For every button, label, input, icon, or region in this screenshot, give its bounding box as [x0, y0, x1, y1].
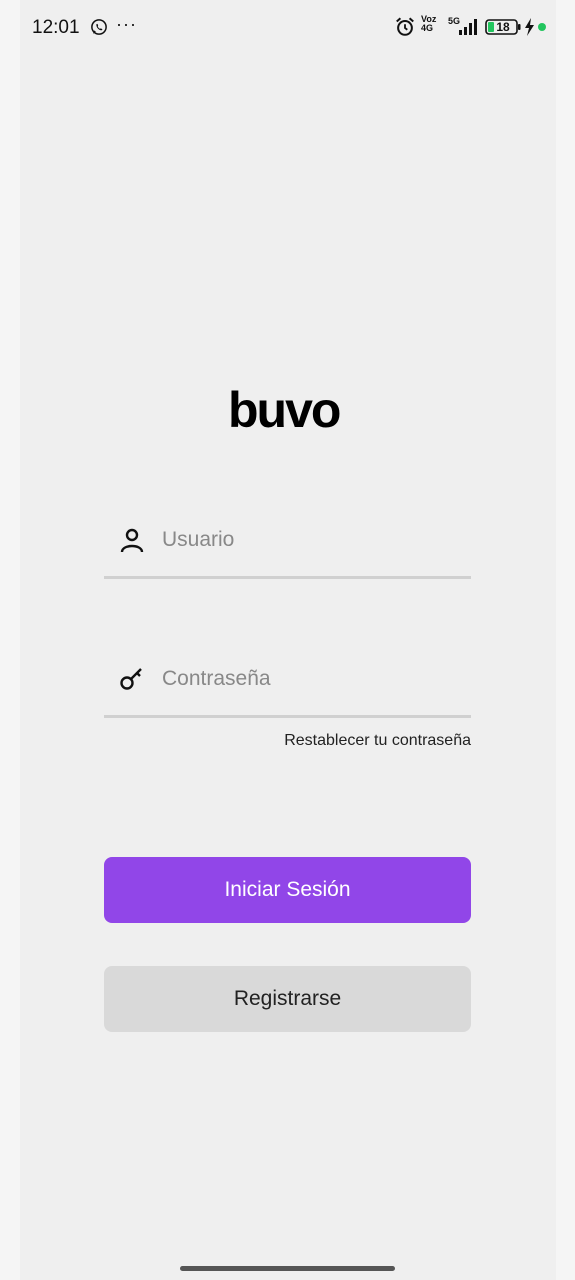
signal-label: 5G [448, 16, 460, 26]
register-button[interactable]: Registrarse [104, 966, 471, 1032]
buvo-logo: buvo [228, 383, 342, 433]
reset-password-link[interactable]: Restablecer tu contraseña [104, 732, 471, 750]
more-icon: ··· [116, 14, 137, 34]
network-label-bottom: 4G [421, 23, 434, 33]
signal-icon: 5G [448, 16, 477, 35]
battery-level: 18 [496, 20, 510, 34]
password-field[interactable] [104, 655, 471, 718]
password-input[interactable] [160, 661, 464, 697]
user-icon [120, 528, 144, 553]
status-bar: 12:01 ··· Voz 4G 5G 18 [0, 0, 575, 56]
network-type-icon: Voz 4G [421, 15, 436, 33]
key-icon [120, 668, 142, 690]
charging-icon [525, 18, 534, 36]
alarm-icon [396, 17, 414, 36]
username-input[interactable] [160, 522, 464, 558]
login-button[interactable]: Iniciar Sesión [104, 857, 471, 923]
app-screen [20, 0, 556, 1280]
whatsapp-icon [91, 19, 107, 35]
logo-text: buvo [228, 383, 340, 433]
status-dot-icon [538, 23, 546, 31]
status-time: 12:01 [32, 17, 80, 38]
username-field[interactable] [104, 516, 471, 579]
home-indicator[interactable] [180, 1266, 395, 1271]
